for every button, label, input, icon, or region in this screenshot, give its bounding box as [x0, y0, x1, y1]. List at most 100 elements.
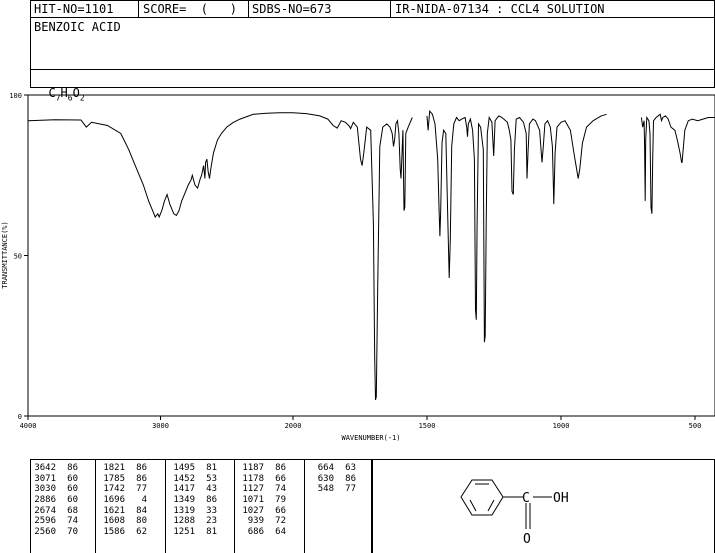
peak-transmittance: 4 — [141, 495, 147, 506]
peak-row: 1288 23 — [169, 516, 217, 527]
benzene-ring — [460, 479, 504, 516]
peak-column-4: 1187 86 1178 66 1127 74 1071 79 1027 66 939 72 686 64 — [238, 463, 286, 538]
peak-row: 3642 86 — [30, 463, 78, 474]
peak-transmittance: 64 — [275, 527, 286, 538]
peak-wavenumber: 1821 — [103, 463, 125, 473]
peak-column-3: 1495 81 1452 53 1417 43 1349 86 1319 33 1288 23 1251… — [169, 463, 217, 538]
peak-wavenumber: 1608 — [103, 516, 125, 527]
peak-wavenumber: 1071 — [242, 495, 264, 506]
peak-row: 1821 86 — [99, 463, 147, 474]
peak-wavenumber: 1288 — [173, 516, 195, 527]
peak-row: 2886 60 — [30, 495, 78, 506]
x-tick-label: 4000 — [20, 422, 37, 430]
peak-transmittance: 72 — [275, 516, 286, 527]
peak-transmittance: 80 — [136, 516, 147, 527]
peak-row: 2674 68 — [30, 506, 78, 517]
peak-wavenumber: 1785 — [103, 473, 125, 484]
peak-transmittance: 68 — [67, 505, 78, 516]
peak-transmittance: 63 — [345, 463, 356, 473]
peak-row: 3030 60 — [30, 484, 78, 495]
peak-row: 1027 66 — [238, 506, 286, 517]
peak-wavenumber: 939 — [247, 516, 264, 527]
y-tick-label: 0 — [18, 413, 22, 421]
peak-row: 2560 70 — [30, 527, 78, 538]
peak-column-divider — [165, 460, 166, 553]
peak-wavenumber: 3642 — [34, 463, 56, 473]
peak-wavenumber: 3071 — [34, 473, 56, 484]
peak-transmittance: 74 — [67, 516, 78, 527]
peak-wavenumber: 1027 — [242, 505, 264, 516]
peak-transmittance: 53 — [206, 473, 217, 484]
peak-row: 1621 84 — [99, 506, 147, 517]
peak-transmittance: 66 — [275, 505, 286, 516]
peak-transmittance: 23 — [206, 516, 217, 527]
peak-transmittance: 86 — [206, 495, 217, 506]
peak-row: 1785 86 — [99, 474, 147, 485]
peak-transmittance: 66 — [275, 473, 286, 484]
y-tick-label: 100 — [9, 92, 22, 100]
carbonyl-oxygen-label: O — [523, 532, 531, 547]
x-tick-label: 1000 — [553, 422, 570, 430]
x-tick-label: 3000 — [152, 422, 169, 430]
peak-row: 1452 53 — [169, 474, 217, 485]
peak-transmittance: 74 — [275, 484, 286, 495]
peak-transmittance: 70 — [67, 527, 78, 538]
peak-row: 1608 80 — [99, 516, 147, 527]
hydroxyl-label: OH — [553, 491, 569, 506]
y-axis-label: TRANSMITTANCE(%) — [1, 221, 9, 288]
peak-wavenumber: 3030 — [34, 484, 56, 495]
peak-transmittance: 33 — [206, 505, 217, 516]
peak-wavenumber: 1742 — [103, 484, 125, 495]
peak-row: 1495 81 — [169, 463, 217, 474]
peak-table: 3642 86 3071 60 3030 60 2886 60 2674 68 2596 74 2560… — [30, 460, 375, 553]
peak-row: 686 64 — [238, 527, 286, 538]
spectrum-segment-2 — [426, 109, 607, 343]
peak-row: 548 77 — [308, 484, 356, 495]
peak-transmittance: 86 — [67, 463, 78, 473]
peak-wavenumber: 1452 — [173, 473, 195, 484]
peak-wavenumber: 2674 — [34, 505, 56, 516]
peak-transmittance: 86 — [345, 473, 356, 484]
x-tick-label: 1500 — [419, 422, 436, 430]
ir-spectrum-chart: 0 50 100 4000 3000 2000 1500 1000 500 TRANSMITT… — [1, 92, 715, 442]
peak-wavenumber: 1495 — [173, 463, 195, 473]
peak-transmittance: 86 — [275, 463, 286, 473]
peak-row: 1187 86 — [238, 463, 286, 474]
peak-wavenumber: 1417 — [173, 484, 195, 495]
peak-transmittance: 60 — [67, 473, 78, 484]
peak-wavenumber: 1178 — [242, 473, 264, 484]
peak-row: 939 72 — [238, 516, 286, 527]
peak-row: 664 63 — [308, 463, 356, 474]
peak-transmittance: 79 — [275, 495, 286, 506]
peak-row: 3071 60 — [30, 474, 78, 485]
structure-drawing: C OH O — [460, 479, 569, 547]
peak-row: 1742 77 — [99, 484, 147, 495]
peak-row: 1178 66 — [238, 474, 286, 485]
peak-transmittance: 84 — [136, 505, 147, 516]
peak-transmittance: 86 — [136, 463, 147, 473]
peak-row: 1319 33 — [169, 506, 217, 517]
peak-transmittance: 77 — [345, 484, 356, 495]
y-tick-label: 50 — [14, 253, 22, 261]
peak-row: 2596 74 — [30, 516, 78, 527]
peak-wavenumber: 686 — [247, 527, 264, 538]
spectrum-segment-1 — [27, 112, 413, 401]
peak-column-divider — [304, 460, 305, 553]
peak-wavenumber: 664 — [317, 463, 334, 473]
peak-row: 1127 74 — [238, 484, 286, 495]
peak-wavenumber: 1621 — [103, 505, 125, 516]
peak-wavenumber: 2560 — [34, 527, 56, 538]
peak-wavenumber: 2886 — [34, 495, 56, 506]
spectrum-segment-3 — [640, 113, 715, 214]
peak-column-2: 1821 86 1785 86 1742 77 1696 4 1621 84 1608 80 1586 6… — [99, 463, 147, 538]
x-axis-label: WAVENUMBER(-1) — [341, 434, 400, 442]
peak-column-divider — [95, 460, 96, 553]
peak-column-5: 664 63 630 86 548 77 — [308, 463, 356, 495]
peak-transmittance: 60 — [67, 495, 78, 506]
peak-wavenumber: 1349 — [173, 495, 195, 506]
peak-wavenumber: 2596 — [34, 516, 56, 527]
x-tick-label: 2000 — [285, 422, 302, 430]
peak-row: 630 86 — [308, 474, 356, 485]
peak-row: 1071 79 — [238, 495, 286, 506]
peak-wavenumber: 1127 — [242, 484, 264, 495]
